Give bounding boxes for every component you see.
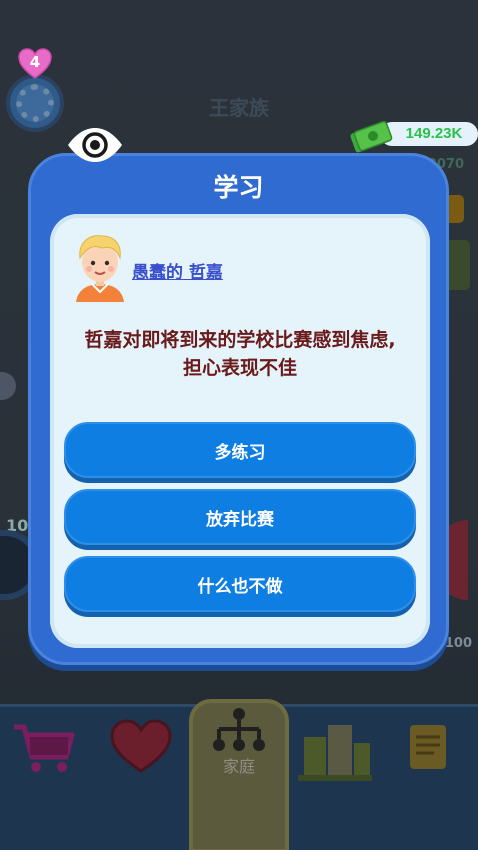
heart-icon	[110, 719, 172, 773]
dialog-panel: 愚蠢的 哲嘉 哲嘉对即将到来的学校比赛感到焦虑, 担心表现不佳 多练习 放弃比赛…	[50, 214, 430, 648]
nav-family[interactable]: 家庭	[189, 699, 289, 850]
gear-icon	[16, 84, 54, 122]
city-icon	[298, 725, 372, 781]
cart-icon	[14, 724, 75, 772]
nav-city[interactable]	[294, 717, 374, 807]
eye-toggle-button[interactable]	[66, 127, 124, 163]
nav-family-label: 家庭	[222, 757, 255, 776]
eye-icon	[68, 128, 122, 162]
nav-relationships[interactable]	[106, 717, 186, 807]
nav-shop[interactable]	[10, 717, 90, 807]
cash-stack-icon	[350, 120, 393, 153]
choice-do-nothing-button[interactable]: 什么也不做	[64, 556, 416, 612]
bottom-nav: 家庭	[0, 699, 478, 850]
event-description: 哲嘉对即将到来的学校比赛感到焦虑, 担心表现不佳	[50, 326, 430, 382]
choice-practice-button[interactable]: 多练习	[64, 422, 416, 478]
settings-button[interactable]	[6, 74, 64, 132]
dialog-title: 学习	[213, 173, 264, 202]
nav-history[interactable]	[398, 717, 478, 807]
heart-count: 4	[29, 53, 41, 71]
scroll-icon	[410, 725, 446, 769]
family-tree-icon	[213, 708, 265, 751]
choice-give-up-button[interactable]: 放弃比赛	[64, 489, 416, 545]
family-title: 王家族	[209, 96, 269, 120]
right-bottom-value: 100	[444, 636, 472, 651]
character-name-link[interactable]: 愚蠢的 哲嘉	[132, 258, 223, 283]
boy-avatar-icon	[76, 235, 124, 302]
event-dialog: 学习 愚蠢的 哲嘉 哲嘉对即将到来的学校比赛感到焦虑, 担心表现不佳 多练习 放…	[28, 153, 449, 665]
character-avatar	[70, 232, 130, 302]
event-text-line2: 担心表现不佳	[182, 357, 297, 379]
event-text-line1: 哲嘉对即将到来的学校比赛感到焦虑,	[84, 329, 396, 351]
heart-count-badge: 4	[18, 48, 52, 80]
